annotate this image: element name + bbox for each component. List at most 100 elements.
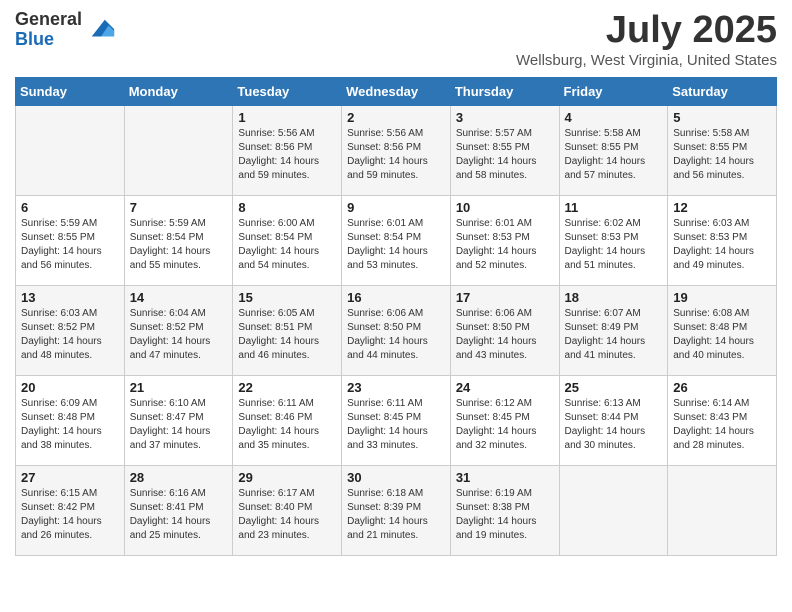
calendar-cell: 15 Sunrise: 6:05 AMSunset: 8:51 PMDayligh… xyxy=(233,285,342,375)
calendar-cell: 8 Sunrise: 6:00 AMSunset: 8:54 PMDaylight… xyxy=(233,195,342,285)
calendar-cell: 24 Sunrise: 6:12 AMSunset: 8:45 PMDayligh… xyxy=(450,375,559,465)
page-header: General Blue July 2025 Wellsburg, West V… xyxy=(15,10,777,69)
day-number: 31 xyxy=(456,470,554,485)
calendar-cell: 29 Sunrise: 6:17 AMSunset: 8:40 PMDayligh… xyxy=(233,465,342,555)
day-info: Sunrise: 6:06 AMSunset: 8:50 PMDaylight:… xyxy=(347,308,428,361)
col-header-saturday: Saturday xyxy=(668,77,777,105)
day-info: Sunrise: 5:56 AMSunset: 8:56 PMDaylight:… xyxy=(238,128,319,181)
calendar-cell: 4Sunrise: 5:58 AMSunset: 8:55 PMDaylight… xyxy=(559,105,668,195)
col-header-tuesday: Tuesday xyxy=(233,77,342,105)
week-row-1: 1 Sunrise: 5:56 AMSunset: 8:56 PMDaylight… xyxy=(16,105,777,195)
day-info: Sunrise: 5:58 AMSunset: 8:55 PMDaylight:… xyxy=(673,128,754,181)
day-number: 13 xyxy=(21,290,119,305)
calendar-cell: 21Sunrise: 6:10 AMSunset: 8:47 PMDayligh… xyxy=(124,375,233,465)
week-row-4: 20 Sunrise: 6:09 AMSunset: 8:48 PMDayligh… xyxy=(16,375,777,465)
month-title: July 2025 xyxy=(516,10,777,52)
location: Wellsburg, West Virginia, United States xyxy=(516,52,777,69)
day-info: Sunrise: 5:58 AMSunset: 8:55 PMDaylight:… xyxy=(565,128,646,181)
calendar-cell xyxy=(16,105,125,195)
title-block: July 2025 Wellsburg, West Virginia, Unit… xyxy=(516,10,777,69)
day-number: 30 xyxy=(347,470,445,485)
day-number: 26 xyxy=(673,380,771,395)
calendar-cell xyxy=(559,465,668,555)
day-info: Sunrise: 6:14 AMSunset: 8:43 PMDaylight:… xyxy=(673,398,754,451)
day-number: 10 xyxy=(456,200,554,215)
day-number: 8 xyxy=(238,200,336,215)
col-header-wednesday: Wednesday xyxy=(342,77,451,105)
calendar-cell: 18 Sunrise: 6:07 AMSunset: 8:49 PMDayligh… xyxy=(559,285,668,375)
calendar-cell: 26 Sunrise: 6:14 AMSunset: 8:43 PMDayligh… xyxy=(668,375,777,465)
logo-icon xyxy=(88,16,116,44)
day-number: 27 xyxy=(21,470,119,485)
calendar-cell: 25 Sunrise: 6:13 AMSunset: 8:44 PMDayligh… xyxy=(559,375,668,465)
day-number: 23 xyxy=(347,380,445,395)
day-number: 29 xyxy=(238,470,336,485)
calendar-table: SundayMondayTuesdayWednesdayThursdayFrid… xyxy=(15,77,777,556)
week-row-5: 27Sunrise: 6:15 AMSunset: 8:42 PMDayligh… xyxy=(16,465,777,555)
day-number: 3 xyxy=(456,110,554,125)
calendar-cell: 7Sunrise: 5:59 AMSunset: 8:54 PMDaylight… xyxy=(124,195,233,285)
col-header-sunday: Sunday xyxy=(16,77,125,105)
day-number: 15 xyxy=(238,290,336,305)
day-info: Sunrise: 6:06 AMSunset: 8:50 PMDaylight:… xyxy=(456,308,537,361)
calendar-cell: 27Sunrise: 6:15 AMSunset: 8:42 PMDayligh… xyxy=(16,465,125,555)
logo-blue: Blue xyxy=(15,30,82,50)
day-number: 17 xyxy=(456,290,554,305)
day-info: Sunrise: 5:59 AMSunset: 8:55 PMDaylight:… xyxy=(21,218,102,271)
calendar-cell: 6 Sunrise: 5:59 AMSunset: 8:55 PMDaylight… xyxy=(16,195,125,285)
week-row-3: 13 Sunrise: 6:03 AMSunset: 8:52 PMDayligh… xyxy=(16,285,777,375)
calendar-cell: 28 Sunrise: 6:16 AMSunset: 8:41 PMDayligh… xyxy=(124,465,233,555)
day-info: Sunrise: 6:12 AMSunset: 8:45 PMDaylight:… xyxy=(456,398,537,451)
calendar-cell: 3 Sunrise: 5:57 AMSunset: 8:55 PMDaylight… xyxy=(450,105,559,195)
day-number: 24 xyxy=(456,380,554,395)
day-info: Sunrise: 6:00 AMSunset: 8:54 PMDaylight:… xyxy=(238,218,319,271)
day-info: Sunrise: 6:18 AMSunset: 8:39 PMDaylight:… xyxy=(347,488,428,541)
calendar-header-row: SundayMondayTuesdayWednesdayThursdayFrid… xyxy=(16,77,777,105)
calendar-cell: 16 Sunrise: 6:06 AMSunset: 8:50 PMDayligh… xyxy=(342,285,451,375)
day-number: 5 xyxy=(673,110,771,125)
calendar-cell: 9 Sunrise: 6:01 AMSunset: 8:54 PMDaylight… xyxy=(342,195,451,285)
day-number: 11 xyxy=(565,200,663,215)
day-number: 2 xyxy=(347,110,445,125)
day-info: Sunrise: 6:10 AMSunset: 8:47 PMDaylight:… xyxy=(130,398,211,451)
logo: General Blue xyxy=(15,10,116,50)
day-number: 6 xyxy=(21,200,119,215)
day-info: Sunrise: 6:01 AMSunset: 8:54 PMDaylight:… xyxy=(347,218,428,271)
calendar-cell: 20 Sunrise: 6:09 AMSunset: 8:48 PMDayligh… xyxy=(16,375,125,465)
calendar-cell: 17 Sunrise: 6:06 AMSunset: 8:50 PMDayligh… xyxy=(450,285,559,375)
day-info: Sunrise: 6:11 AMSunset: 8:45 PMDaylight:… xyxy=(347,398,428,451)
day-info: Sunrise: 6:16 AMSunset: 8:41 PMDaylight:… xyxy=(130,488,211,541)
day-info: Sunrise: 6:09 AMSunset: 8:48 PMDaylight:… xyxy=(21,398,102,451)
day-info: Sunrise: 6:02 AMSunset: 8:53 PMDaylight:… xyxy=(565,218,646,271)
calendar-cell: 22Sunrise: 6:11 AMSunset: 8:46 PMDayligh… xyxy=(233,375,342,465)
calendar-cell: 12 Sunrise: 6:03 AMSunset: 8:53 PMDayligh… xyxy=(668,195,777,285)
day-info: Sunrise: 6:03 AMSunset: 8:53 PMDaylight:… xyxy=(673,218,754,271)
day-number: 28 xyxy=(130,470,228,485)
day-info: Sunrise: 5:56 AMSunset: 8:56 PMDaylight:… xyxy=(347,128,428,181)
day-info: Sunrise: 6:01 AMSunset: 8:53 PMDaylight:… xyxy=(456,218,537,271)
day-info: Sunrise: 6:05 AMSunset: 8:51 PMDaylight:… xyxy=(238,308,319,361)
day-info: Sunrise: 6:13 AMSunset: 8:44 PMDaylight:… xyxy=(565,398,646,451)
day-number: 7 xyxy=(130,200,228,215)
day-number: 1 xyxy=(238,110,336,125)
calendar-cell: 30 Sunrise: 6:18 AMSunset: 8:39 PMDayligh… xyxy=(342,465,451,555)
calendar-cell xyxy=(668,465,777,555)
day-number: 18 xyxy=(565,290,663,305)
calendar-cell: 5 Sunrise: 5:58 AMSunset: 8:55 PMDaylight… xyxy=(668,105,777,195)
day-info: Sunrise: 5:57 AMSunset: 8:55 PMDaylight:… xyxy=(456,128,537,181)
day-number: 12 xyxy=(673,200,771,215)
day-info: Sunrise: 6:03 AMSunset: 8:52 PMDaylight:… xyxy=(21,308,102,361)
day-number: 9 xyxy=(347,200,445,215)
calendar-cell: 19Sunrise: 6:08 AMSunset: 8:48 PMDayligh… xyxy=(668,285,777,375)
calendar-cell: 13 Sunrise: 6:03 AMSunset: 8:52 PMDayligh… xyxy=(16,285,125,375)
day-number: 16 xyxy=(347,290,445,305)
day-number: 14 xyxy=(130,290,228,305)
day-number: 22 xyxy=(238,380,336,395)
calendar-cell: 31Sunrise: 6:19 AMSunset: 8:38 PMDayligh… xyxy=(450,465,559,555)
day-info: Sunrise: 6:17 AMSunset: 8:40 PMDaylight:… xyxy=(238,488,319,541)
day-info: Sunrise: 6:08 AMSunset: 8:48 PMDaylight:… xyxy=(673,308,754,361)
day-number: 25 xyxy=(565,380,663,395)
day-number: 20 xyxy=(21,380,119,395)
day-info: Sunrise: 6:07 AMSunset: 8:49 PMDaylight:… xyxy=(565,308,646,361)
calendar-cell: 10 Sunrise: 6:01 AMSunset: 8:53 PMDayligh… xyxy=(450,195,559,285)
